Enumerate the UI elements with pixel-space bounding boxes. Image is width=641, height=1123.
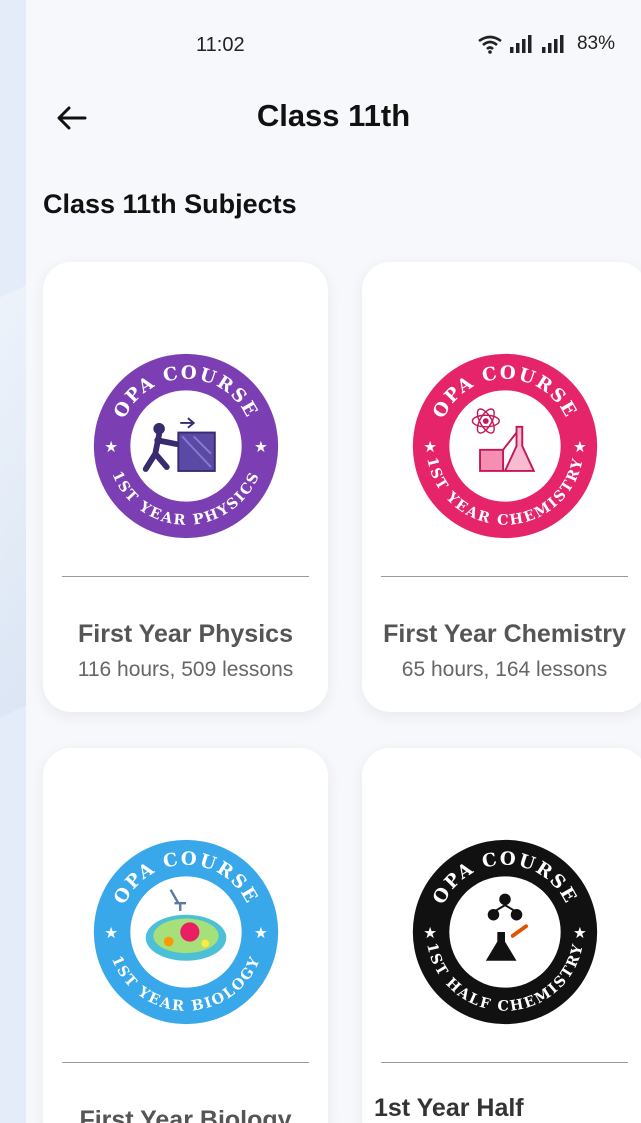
half-chemistry-course-badge: OPA COURSE 1ST HALF CHEMISTRY ★ ★ (412, 839, 598, 1025)
biology-course-badge: OPA COURSE 1ST YEAR BIOLOGY ★ ★ (93, 839, 279, 1025)
svg-text:★: ★ (104, 925, 118, 942)
status-icons: 83% (477, 33, 615, 55)
status-time: 11:02 (196, 34, 245, 56)
course-title: 1st Year Half (374, 1094, 524, 1122)
chemistry-course-badge: OPA COURSE 1ST YEAR CHEMISTRY ★ ★ (412, 353, 598, 539)
page-title: Class 11th (256, 98, 411, 133)
course-title: First Year Chemistry (383, 620, 626, 648)
course-card-physics[interactable]: OPA COURSE 1ST YEAR PHYSICS ★ ★ First Ye… (43, 262, 328, 712)
svg-text:★: ★ (254, 925, 268, 942)
signal-icon (509, 35, 532, 53)
course-meta: 116 hours, 509 lessons (77, 658, 294, 681)
signal-icon-2 (541, 35, 564, 53)
physics-course-badge: OPA COURSE 1ST YEAR PHYSICS ★ ★ (93, 353, 279, 539)
svg-text:★: ★ (254, 439, 268, 456)
card-divider (62, 1062, 309, 1063)
course-meta: 65 hours, 164 lessons (401, 658, 608, 681)
course-card-biology[interactable]: OPA COURSE 1ST YEAR BIOLOGY ★ ★ First Ye… (43, 748, 328, 1123)
course-card-half-chemistry[interactable]: OPA COURSE 1ST HALF CHEMISTRY ★ ★ 1st Ye… (362, 748, 641, 1123)
card-divider (381, 1062, 628, 1063)
course-title: First Year Biology (79, 1106, 292, 1123)
course-card-chemistry[interactable]: OPA COURSE 1ST YEAR CHEMISTRY ★ ★ First … (362, 262, 641, 712)
section-title: Class 11th Subjects (43, 189, 297, 219)
svg-text:★: ★ (573, 439, 587, 456)
course-title: First Year Physics (78, 620, 293, 648)
phone-screen: 11:02 83% Class 11th Class 11th Subjects… (26, 0, 641, 1123)
card-divider (381, 576, 628, 577)
svg-text:★: ★ (423, 925, 437, 942)
card-divider (62, 576, 309, 577)
app-header: Class 11th (26, 92, 641, 148)
svg-text:★: ★ (573, 925, 587, 942)
svg-text:★: ★ (423, 439, 437, 456)
battery-level: 83% (576, 33, 615, 54)
svg-text:★: ★ (104, 439, 118, 456)
status-bar: 11:02 83% (26, 0, 641, 90)
wifi-icon (478, 35, 502, 54)
